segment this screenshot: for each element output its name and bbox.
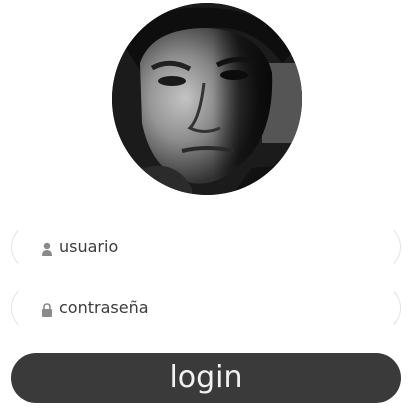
login-button[interactable]: login [11,353,401,403]
username-field[interactable]: usuario [11,223,401,271]
profile-photo [112,3,302,195]
user-icon [42,241,52,256]
password-field[interactable]: contraseña [11,284,401,332]
username-placeholder: usuario [59,237,119,256]
login-screen: usuario contraseña login [0,0,411,412]
password-placeholder: contraseña [59,298,149,317]
lock-icon [42,302,52,317]
avatar [112,3,302,195]
